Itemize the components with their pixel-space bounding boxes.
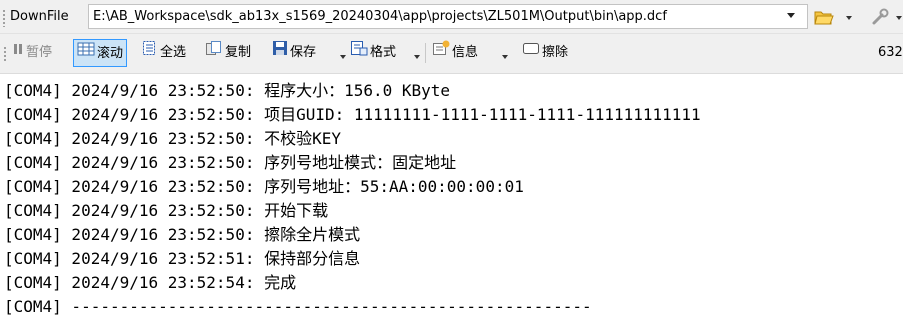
pause-icon [12,39,24,67]
tool-dropdown-arrow[interactable] [896,16,902,20]
toolbar-grip[interactable] [2,9,6,27]
info-dropdown-arrow[interactable] [502,55,508,59]
format-icon [350,39,368,67]
download-path-input[interactable]: E:\AB_Workspace\sdk_ab13x_s1569_20240304… [88,4,808,29]
download-bar: DownFile E:\AB_Workspace\sdk_ab13x_s1569… [0,0,903,34]
eraser-icon [522,39,540,67]
folder-open-icon[interactable] [814,8,834,30]
save-icon [272,39,288,67]
toolbar-separator [425,43,426,63]
log-line: [COM4] ---------------------------------… [4,297,592,316]
format-button[interactable]: 格式 [350,39,396,67]
log-line: [COM4] 2024/9/16 23:52:50: 程序大小：156.0 KB… [4,81,451,100]
byte-count: 632 [878,45,903,60]
save-button[interactable]: 保存 [272,39,316,67]
select-all-button[interactable]: 全选 [142,39,186,67]
log-line: [COM4] 2024/9/16 23:52:50: 开始下载 [4,201,329,220]
erase-button[interactable]: 擦除 [522,39,568,67]
copy-button[interactable]: 复制 [205,39,251,67]
toolbar-grip-2[interactable] [3,46,7,62]
downfile-label: DownFile [10,9,69,24]
info-button[interactable]: 信息 [432,39,478,67]
format-dropdown-arrow[interactable] [414,55,420,59]
scroll-icon [77,40,95,68]
command-toolbar: 暂停 滚动 全选 复制 保存 格式 信息 擦除 632 [0,34,903,74]
log-line: [COM4] 2024/9/16 23:52:50: 项目GUID: 11111… [4,105,701,124]
log-line: [COM4] 2024/9/16 23:52:54: 完成 [4,273,297,292]
info-icon [432,39,450,67]
pause-button[interactable]: 暂停 [12,39,52,67]
open-dropdown-arrow[interactable] [846,16,852,20]
wrench-icon[interactable] [870,8,890,30]
scroll-button[interactable]: 滚动 [73,39,128,68]
copy-icon [205,39,223,67]
path-dropdown-arrow[interactable] [787,13,795,18]
select-all-icon [142,39,158,67]
log-line: [COM4] 2024/9/16 23:52:50: 不校验KEY [4,129,341,148]
log-line: [COM4] 2024/9/16 23:52:50: 序列号地址模式：固定地址 [4,153,457,172]
save-dropdown-arrow[interactable] [340,55,346,59]
log-line: [COM4] 2024/9/16 23:52:51: 保持部分信息 [4,249,361,268]
log-line: [COM4] 2024/9/16 23:52:50: 序列号地址：55:AA:0… [4,177,524,196]
log-line: [COM4] 2024/9/16 23:52:50: 擦除全片模式 [4,225,361,244]
log-output[interactable]: [COM4] 2024/9/16 23:52:50: 程序大小：156.0 KB… [0,74,903,316]
